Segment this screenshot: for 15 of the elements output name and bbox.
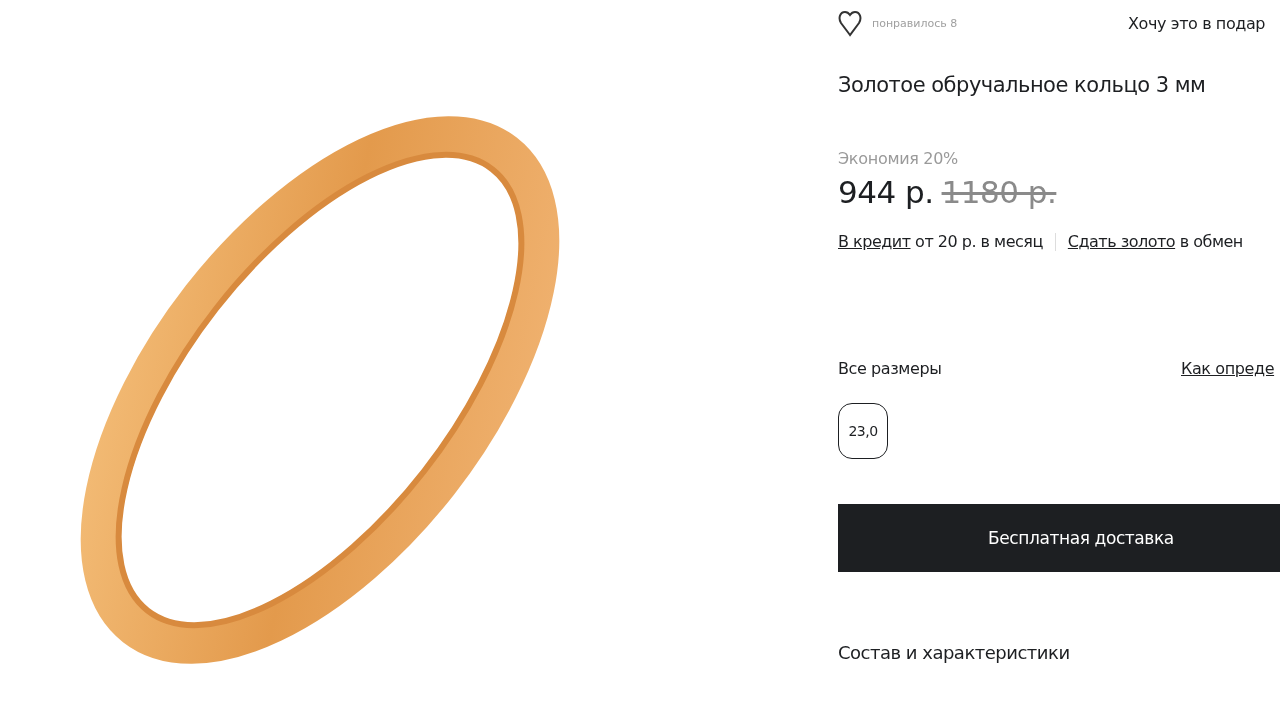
delivery-button[interactable]: Бесплатная доставка bbox=[838, 504, 1280, 572]
old-price: 1180 р. bbox=[941, 174, 1057, 210]
sizes-label: Все размеры bbox=[838, 359, 943, 378]
trade-in-text: Сдать золото в обмен bbox=[1067, 232, 1243, 251]
credit-link[interactable]: В кредит bbox=[838, 232, 911, 251]
size-option[interactable]: 23,0 bbox=[838, 403, 888, 459]
size-guide-link[interactable]: Как опреде bbox=[1181, 359, 1275, 378]
section-title: Состав и характеристики bbox=[838, 642, 1071, 663]
product-title: Золотое обручальное кольцо 3 мм bbox=[838, 73, 1207, 97]
savings-text: Экономия 20% bbox=[838, 149, 960, 168]
trade-in-link[interactable]: Сдать золото bbox=[1067, 232, 1176, 251]
gift-link[interactable]: Хочу это в подар bbox=[1128, 13, 1266, 33]
heart-icon bbox=[838, 9, 862, 37]
current-price: 944 р. bbox=[838, 174, 934, 210]
credit-text: В кредит от 20 р. в месяц bbox=[838, 232, 1043, 251]
